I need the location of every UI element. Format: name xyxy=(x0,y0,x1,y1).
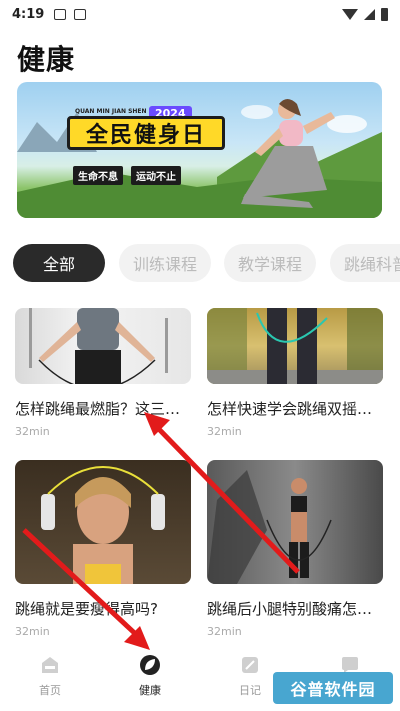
tabbar-item-home[interactable]: 首页 xyxy=(0,642,100,711)
course-card[interactable]: 跳绳后小腿特别酸痛怎… 32min xyxy=(207,460,383,638)
status-bar: 4:19 xyxy=(0,0,400,28)
course-title: 跳绳就是要瘦得高吗? xyxy=(15,600,158,618)
course-card[interactable]: 怎样跳绳最燃脂？这三… 32min xyxy=(15,308,191,438)
banner-headline: 全民健身日 xyxy=(67,116,225,150)
course-card[interactable]: 跳绳就是要瘦得高吗? 32min xyxy=(15,460,191,638)
course-duration: 32min xyxy=(207,425,242,438)
course-thumbnail xyxy=(207,460,383,584)
status-icons xyxy=(342,7,388,21)
course-title: 跳绳后小腿特别酸痛怎… xyxy=(207,600,373,618)
course-duration: 32min xyxy=(15,425,50,438)
tab-all[interactable]: 全部 xyxy=(13,244,105,282)
tab-teaching-courses[interactable]: 教学课程 xyxy=(224,244,316,282)
course-duration: 32min xyxy=(207,625,242,638)
signal-icon xyxy=(364,8,375,20)
course-thumbnail xyxy=(15,460,191,584)
page-title: 健康 xyxy=(17,43,76,76)
banner-tag-right: 运动不止 xyxy=(131,166,181,185)
banner-eyebrow: QUAN MIN JIAN SHEN RI xyxy=(75,108,156,115)
tabbar-label: 首页 xyxy=(39,684,61,697)
status-time: 4:19 xyxy=(12,6,45,22)
battery-icon xyxy=(381,7,388,21)
diary-icon xyxy=(242,657,258,673)
site-watermark: 谷普软件园 xyxy=(273,672,393,704)
category-tabs: 全部 训练课程 教学课程 跳绳科普 xyxy=(0,244,400,284)
banner-scenery xyxy=(17,99,382,218)
banner-tags: 生命不息 运动不止 xyxy=(73,166,181,185)
tabbar-label: 健康 xyxy=(139,684,161,697)
tab-jump-rope-science[interactable]: 跳绳科普 xyxy=(330,244,400,282)
banner-tag-left: 生命不息 xyxy=(73,166,123,185)
wifi-icon xyxy=(342,8,358,20)
tabbar-item-health[interactable]: 健康 xyxy=(100,642,200,711)
course-title: 怎样跳绳最燃脂？这三… xyxy=(15,400,181,418)
course-card[interactable]: 怎样快速学会跳绳双摇… 32min xyxy=(207,308,383,438)
course-thumbnail xyxy=(15,308,191,384)
promo-banner[interactable]: QUAN MIN JIAN SHEN RI 2024 全民健身日 生命不息 运动… xyxy=(17,82,382,218)
gallery-notification-icon xyxy=(54,8,67,20)
leaf-icon xyxy=(140,655,160,675)
home-icon xyxy=(42,657,58,673)
tab-training-courses[interactable]: 训练课程 xyxy=(119,244,211,282)
course-duration: 32min xyxy=(15,625,50,638)
app-notification-icon xyxy=(74,8,87,20)
tabbar-label: 日记 xyxy=(239,684,261,697)
course-title: 怎样快速学会跳绳双摇… xyxy=(207,400,373,418)
course-thumbnail xyxy=(207,308,383,384)
